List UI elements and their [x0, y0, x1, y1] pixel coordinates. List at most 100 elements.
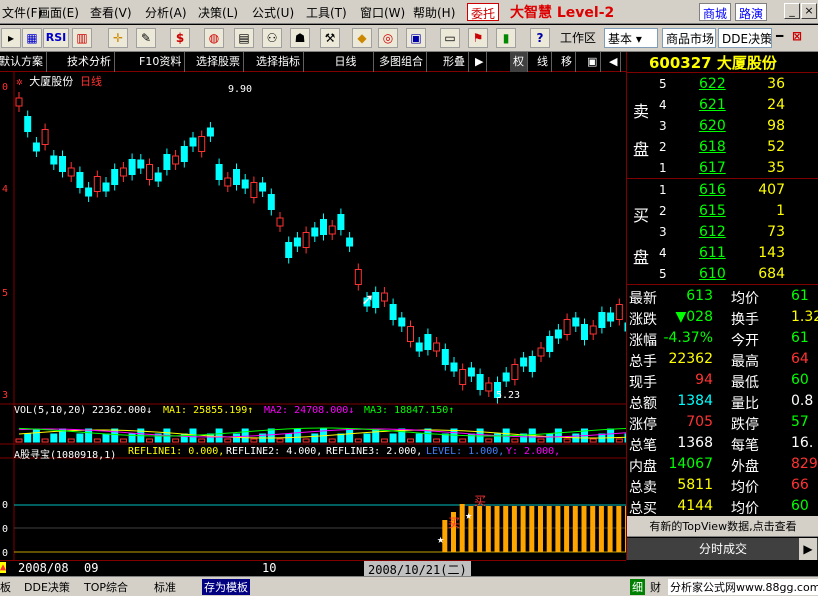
- volume-bar: [407, 438, 414, 443]
- tab-prev[interactable]: ◀: [606, 52, 622, 72]
- ruler-icon[interactable]: ✎: [136, 28, 156, 48]
- candle: [233, 169, 240, 185]
- tab-top[interactable]: TOP综合: [84, 579, 128, 595]
- diamond-icon[interactable]: ◆: [352, 28, 372, 48]
- stat-value: 61: [791, 288, 809, 304]
- chart-area[interactable]: ✲ 大厦股份 日线 9.90 5.23 0 4 5 3 ➚ VOL(5,10,2…: [0, 72, 626, 560]
- tab-rights[interactable]: 权: [510, 52, 528, 72]
- volume-bar: [459, 438, 467, 443]
- menu-window[interactable]: 窗口(W): [360, 4, 405, 21]
- tab-save-template[interactable]: 存为模板: [202, 579, 250, 595]
- minimize-icon[interactable]: _: [784, 3, 800, 19]
- bid-row[interactable]: 1 616 407: [627, 180, 818, 201]
- topview-notice[interactable]: 有新的TopView数据,点击查看: [627, 516, 818, 537]
- menu-view[interactable]: 查看(V): [90, 4, 132, 21]
- crosshair-icon[interactable]: ✛: [108, 28, 128, 48]
- alarm-icon[interactable]: ◎: [378, 28, 398, 48]
- volume-bar: [589, 438, 597, 443]
- tab-board[interactable]: 板: [0, 579, 11, 595]
- volume-bar: [511, 438, 519, 443]
- people-icon[interactable]: ☗: [290, 28, 310, 48]
- stock-icon[interactable]: ◍: [204, 28, 224, 48]
- tab-overlay[interactable]: 形叠: [440, 52, 469, 72]
- stock-marker-icon: ✲: [16, 75, 23, 88]
- close-icon[interactable]: ×: [801, 3, 817, 19]
- minimize-panel-icon[interactable]: ━: [776, 29, 783, 43]
- volume-bar: [172, 438, 180, 443]
- vol-value: 22362.000↓: [92, 405, 153, 416]
- tab-multi-chart[interactable]: 多图组合: [376, 52, 427, 72]
- roadshow-button[interactable]: 路演: [735, 3, 768, 21]
- market-select[interactable]: 商品市场: [662, 28, 716, 48]
- candle: [206, 127, 214, 137]
- candle: [520, 357, 528, 367]
- wrench-icon[interactable]: ⚒: [320, 28, 340, 48]
- volume-bar: [198, 438, 206, 443]
- tab-detail[interactable]: 细: [630, 579, 645, 595]
- ask-row[interactable]: 2 618 52: [627, 137, 818, 158]
- tab-finance[interactable]: 财: [650, 579, 661, 595]
- ask-row[interactable]: 1 617 35: [627, 158, 818, 179]
- tab-move[interactable]: 移: [558, 52, 576, 72]
- play-icon[interactable]: ▶: [799, 538, 817, 560]
- grid-icon[interactable]: ▦: [22, 28, 42, 48]
- tab-technical[interactable]: 技术分析: [64, 52, 115, 72]
- ask-row[interactable]: 3 620 98: [627, 116, 818, 137]
- stat-value: 64: [791, 351, 809, 367]
- workspace-label[interactable]: 工作区: [560, 29, 596, 46]
- tab-select-stock[interactable]: 选择股票: [193, 52, 244, 72]
- dde-select[interactable]: DDE决策: [718, 28, 772, 48]
- mall-button[interactable]: 商城: [699, 3, 732, 21]
- candle: [50, 155, 58, 165]
- tab-default-scheme[interactable]: 默认方案: [0, 52, 47, 72]
- bid-row[interactable]: 4 611 143: [627, 243, 818, 264]
- kline-icon[interactable]: ▥: [72, 28, 92, 48]
- tab-select-indicator[interactable]: 选择指标: [253, 52, 304, 72]
- volume-bar: [380, 438, 388, 443]
- binoculars-icon[interactable]: ⚇: [262, 28, 282, 48]
- chart-icon[interactable]: ▣: [406, 28, 426, 48]
- close-panel-icon[interactable]: ⊠: [792, 29, 802, 43]
- candle: [41, 129, 49, 145]
- bars-icon[interactable]: ▮: [496, 28, 516, 48]
- menu-decision[interactable]: 决策(L): [198, 4, 238, 21]
- pointer-icon[interactable]: ▸: [1, 28, 21, 48]
- tab-dde[interactable]: DDE决策: [24, 579, 70, 595]
- entrust-button[interactable]: 委托: [467, 3, 500, 21]
- ask-row[interactable]: 5 622 36: [627, 74, 818, 95]
- indicator-bar: [598, 506, 604, 552]
- tab-standard[interactable]: 标准: [154, 579, 176, 595]
- candle: [111, 169, 119, 185]
- menu-file[interactable]: 文件(F): [2, 4, 42, 21]
- tab-line[interactable]: 线: [534, 52, 552, 72]
- table-icon[interactable]: ▤: [234, 28, 254, 48]
- stat-value: 57: [791, 414, 809, 430]
- tab-daily[interactable]: 日线: [318, 52, 374, 72]
- ask-row[interactable]: 4 621 24: [627, 95, 818, 116]
- tab-next[interactable]: ▶: [472, 52, 488, 72]
- candle: [85, 187, 93, 197]
- dollar-button[interactable]: $: [170, 28, 190, 48]
- menu-screen[interactable]: 画面(E): [38, 4, 79, 21]
- bid-row[interactable]: 5 610 684: [627, 264, 818, 285]
- rsi-button[interactable]: RSI: [43, 28, 69, 48]
- flag-icon[interactable]: ⚑: [468, 28, 488, 48]
- menu-formula[interactable]: 公式(U): [252, 4, 294, 21]
- timeshare-button[interactable]: 分时成交 ▶: [627, 538, 818, 560]
- kline-chart[interactable]: [0, 72, 626, 560]
- menu-help[interactable]: 帮助(H): [413, 4, 455, 21]
- volume-bar: [563, 438, 571, 443]
- basic-select[interactable]: 基本 ▾: [604, 28, 658, 48]
- tab-f10[interactable]: F10资料: [136, 52, 186, 72]
- candle: [59, 156, 66, 172]
- volume-bar: [607, 428, 615, 443]
- indicator-title: A股寻宝(1080918,1): [14, 450, 117, 461]
- bid-row[interactable]: 3 612 73: [627, 222, 818, 243]
- bid-row[interactable]: 2 615 1: [627, 201, 818, 222]
- stat-label: 每笔: [731, 438, 759, 454]
- doc-icon[interactable]: ▭: [440, 28, 460, 48]
- menu-analysis[interactable]: 分析(A): [145, 4, 187, 21]
- menu-tools[interactable]: 工具(T): [306, 4, 347, 21]
- tab-window[interactable]: ▣: [584, 52, 602, 72]
- help-pointer-icon[interactable]: ?: [530, 28, 550, 48]
